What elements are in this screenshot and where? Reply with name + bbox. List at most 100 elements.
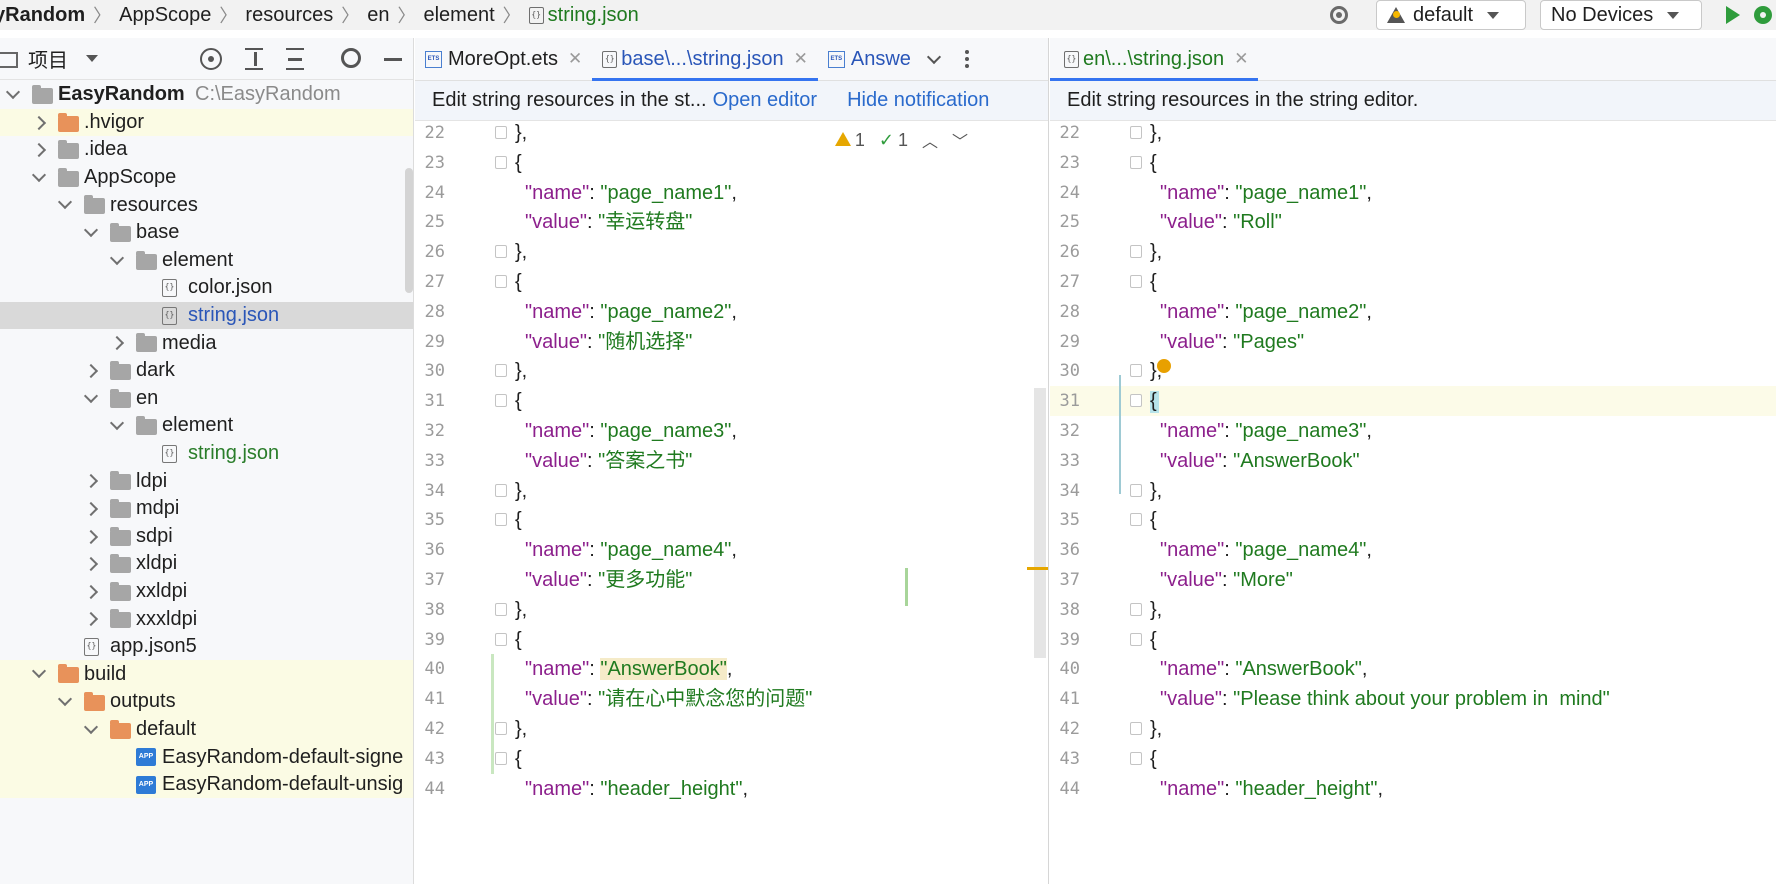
code-line[interactable]: 33 "value": "AnswerBook" [1050, 446, 1776, 476]
chevron-down-icon[interactable] [31, 664, 47, 679]
fold-marker-icon[interactable] [495, 126, 507, 139]
tree-item[interactable]: app.json5 [0, 633, 413, 661]
breadcrumb-item-en[interactable]: en [367, 4, 389, 27]
chevron-right-icon[interactable] [31, 143, 47, 158]
fold-marker-icon[interactable] [495, 632, 507, 646]
code-area-base[interactable]: 1 ✓ 1 ︿ ﹀ 22}, 23{24 "name": "page_name1", 2… [415, 122, 1048, 884]
code-line[interactable]: 44 "name": "header_height", [1050, 774, 1776, 804]
close-icon[interactable]: ✕ [1234, 49, 1248, 69]
fold-marker-icon[interactable] [1130, 155, 1142, 169]
fold-marker-icon[interactable] [495, 155, 507, 169]
chevron-right-icon[interactable] [83, 501, 99, 516]
code-line[interactable]: 26}, [1050, 237, 1776, 267]
chevron-down-icon[interactable] [83, 222, 99, 238]
code-line[interactable]: 44 "name": "header_height", [415, 774, 1048, 804]
chevron-right-icon[interactable] [83, 363, 99, 379]
code-line[interactable]: 43 { [1050, 744, 1776, 774]
fold-marker-icon[interactable] [495, 275, 507, 288]
fold-marker-icon[interactable] [495, 602, 507, 616]
code-line[interactable]: 32 "name": "page_name3", [1050, 416, 1776, 446]
tab-moreopt[interactable]: ETS MoreOpt.ets ✕ [415, 38, 592, 81]
run-icon[interactable] [1726, 6, 1740, 24]
code-line[interactable]: 32 "name": "page_name3", [415, 416, 1048, 446]
device-manager-icon[interactable] [1330, 6, 1348, 24]
code-line[interactable]: 34}, [1050, 476, 1776, 506]
tree-item[interactable]: string.json [0, 440, 413, 468]
code-line[interactable]: 43 { [415, 744, 1048, 774]
code-line[interactable]: 27 { [1050, 267, 1776, 297]
code-line[interactable]: 26}, [415, 237, 1048, 267]
tree-item[interactable]: mdpi [0, 495, 413, 523]
code-line[interactable]: 25 "value": "幸运转盘" [415, 207, 1048, 237]
code-line[interactable]: 27 { [415, 267, 1048, 297]
code-line[interactable]: 40 "name": "AnswerBook", [1050, 654, 1776, 684]
chevron-down-icon[interactable] [83, 719, 99, 734]
code-line[interactable]: 25 "value": "Roll" [1050, 207, 1776, 237]
fold-marker-icon[interactable] [1130, 245, 1142, 259]
chevron-down-icon[interactable] [31, 167, 47, 182]
chevron-down-icon[interactable] [57, 195, 73, 210]
fold-marker-icon[interactable] [1130, 394, 1142, 408]
code-line[interactable]: 23 { [415, 148, 1048, 178]
tree-item[interactable]: xldpi [0, 550, 413, 578]
code-line[interactable]: 24 "name": "page_name1", [415, 178, 1048, 208]
tree-item[interactable]: string.json [0, 301, 413, 330]
chevron-down-icon[interactable] [57, 691, 73, 707]
fold-marker-icon[interactable] [495, 364, 507, 378]
tree-item[interactable]: EasyRandom C:\EasyRandom [0, 81, 413, 109]
tree-item[interactable]: en [0, 385, 413, 413]
code-line[interactable]: 42}, [415, 714, 1048, 744]
tree-item[interactable]: xxxldpi [0, 605, 413, 633]
tree-item[interactable]: ldpi [0, 467, 413, 495]
close-icon[interactable]: ✕ [794, 49, 808, 69]
code-line[interactable]: 39 { [415, 625, 1048, 655]
code-line[interactable]: 29 "value": "随机选择" [415, 327, 1048, 357]
breadcrumb-item-file[interactable]: string.json [548, 4, 639, 27]
code-line[interactable]: 37 "value": "更多功能" [415, 565, 1048, 595]
code-line[interactable]: 41 "value": "Please think about your prob… [1050, 684, 1776, 714]
chevron-right-icon[interactable] [83, 474, 99, 489]
locate-file-icon[interactable] [200, 48, 222, 70]
fold-marker-icon[interactable] [495, 513, 507, 527]
fold-marker-icon[interactable] [1130, 632, 1142, 646]
code-line[interactable]: 36 "name": "page_name4", [1050, 535, 1776, 565]
fold-marker-icon[interactable] [1130, 513, 1142, 527]
code-line[interactable]: 29 "value": "Pages" [1050, 327, 1776, 357]
chevron-down-icon[interactable] [926, 49, 941, 65]
more-options-icon[interactable] [964, 50, 969, 68]
breadcrumb-item-project[interactable]: yRandom [0, 4, 85, 27]
close-icon[interactable]: ✕ [568, 49, 582, 69]
code-line[interactable]: 22}, [415, 118, 1048, 148]
code-line[interactable]: 42}, [1050, 714, 1776, 744]
chevron-right-icon[interactable] [83, 584, 99, 599]
chevron-down-icon[interactable] [86, 55, 98, 62]
tree-item[interactable]: default [0, 715, 413, 744]
fold-marker-icon[interactable] [1130, 483, 1142, 497]
fold-marker-icon[interactable] [495, 483, 507, 497]
collapse-all-icon[interactable] [286, 48, 304, 70]
code-line[interactable]: 38}, [415, 595, 1048, 625]
debug-icon[interactable] [1754, 6, 1772, 24]
tree-item[interactable]: .idea [0, 136, 413, 164]
run-config-dropdown[interactable]: default [1376, 0, 1526, 30]
chevron-down-icon[interactable] [109, 250, 125, 265]
code-line[interactable]: 35 { [415, 505, 1048, 535]
chevron-right-icon[interactable] [83, 557, 99, 572]
fold-marker-icon[interactable] [495, 722, 507, 735]
code-line[interactable]: 23 { [1050, 148, 1776, 178]
code-line[interactable]: 33 "value": "答案之书" [415, 446, 1048, 476]
code-line[interactable]: 30}, [415, 356, 1048, 386]
tree-item[interactable]: APP EasyRandom-default-unsig [0, 770, 413, 799]
fold-marker-icon[interactable] [495, 394, 507, 408]
device-dropdown[interactable]: No Devices [1540, 0, 1702, 30]
breadcrumb-item-resources[interactable]: resources [245, 4, 333, 27]
fold-marker-icon[interactable] [495, 751, 507, 765]
chevron-down-icon[interactable] [5, 84, 21, 100]
tree-item[interactable]: xxldpi [0, 578, 413, 606]
project-tree-scrollbar[interactable] [405, 168, 413, 293]
fold-marker-icon[interactable] [1130, 275, 1142, 288]
chevron-down-icon[interactable] [83, 388, 99, 403]
fold-marker-icon[interactable] [495, 245, 507, 259]
chevron-right-icon[interactable] [31, 115, 47, 130]
tree-item[interactable]: build [0, 660, 413, 689]
